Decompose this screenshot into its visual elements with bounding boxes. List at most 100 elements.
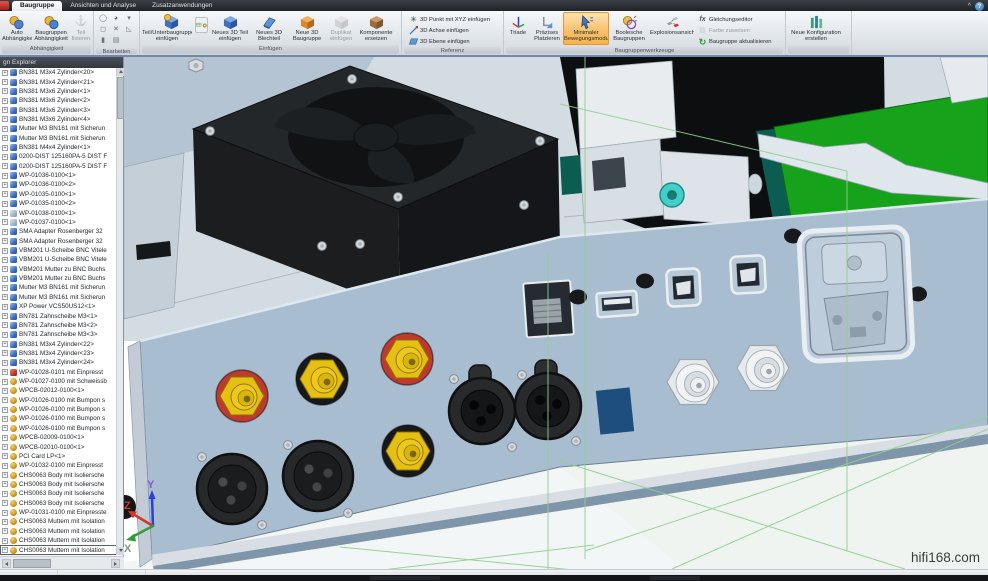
edit-tool-icon[interactable]: ◻ [97, 25, 109, 35]
ribbon-button-minimaler-bewegungsmodus[interactable]: Minimaler Bewegungsmodus [563, 12, 609, 45]
tree-item[interactable]: +Mutter M3 BN161 mit Sicherun [0, 124, 117, 133]
edit-tool-icon[interactable]: ✕ [110, 25, 122, 35]
tree-item[interactable]: +Mutter M3 BN161 mit Sicherun [0, 134, 117, 143]
tree-item[interactable]: +WP-01028-0101 mit Einpresst [0, 368, 117, 377]
expand-icon[interactable]: + [2, 341, 8, 347]
edit-tool-icon[interactable]: ◯ [97, 14, 109, 24]
tree-item[interactable]: +VBM201 Mutter zu BNC Buchs [0, 265, 117, 274]
expand-icon[interactable]: + [2, 322, 8, 328]
expand-icon[interactable]: + [2, 313, 8, 319]
expand-icon[interactable]: + [2, 248, 8, 254]
tree-item[interactable]: +0200-DIST 125160PA-5 DIST F [0, 162, 117, 171]
tree-item[interactable]: +BN781 Zahnscheibe M3<1> [0, 311, 117, 320]
ribbon-button-boolesche-baugruppen[interactable]: Boolesche Baugruppen [609, 12, 649, 45]
expand-icon[interactable]: + [2, 276, 8, 282]
expand-icon[interactable]: + [2, 201, 8, 207]
expand-icon[interactable]: + [2, 444, 8, 450]
ribbon-menu-item-baugruppe-aktualisieren[interactable]: ↻Baugruppe aktualisieren [698, 36, 772, 47]
rca-connector-black[interactable] [382, 425, 434, 477]
collapse-ribbon-icon[interactable]: ^ [968, 3, 971, 11]
expand-icon[interactable]: + [2, 163, 8, 169]
tree-item[interactable]: +WPCB-02012-0100<1> [0, 386, 117, 395]
expand-icon[interactable]: + [2, 472, 8, 478]
tree-item[interactable]: +PCI Card LP<1> [0, 452, 117, 461]
chassis-side-block[interactable] [124, 153, 184, 319]
xlr-male-connector[interactable] [283, 441, 353, 511]
tree-item[interactable]: +WP-01038-0100<1> [0, 208, 117, 217]
edit-tool-icon[interactable] [123, 36, 135, 46]
expand-icon[interactable]: + [2, 79, 8, 85]
tree-item[interactable]: +WP-01027-0100 mit Schweissb [0, 377, 117, 386]
edit-tool-icon[interactable]: ▮ [97, 36, 109, 46]
expand-icon[interactable]: + [2, 350, 8, 356]
tree-item[interactable]: +CHS0063 Body mit Isoliersche [0, 480, 117, 489]
expand-icon[interactable]: + [2, 210, 8, 216]
usb-port[interactable] [596, 291, 638, 318]
edit-tool-icon[interactable]: ▾ [123, 14, 135, 24]
tree-item[interactable]: +WP-01037-0100<1> [0, 218, 117, 227]
tab-baugruppe[interactable]: Baugruppe [12, 1, 62, 11]
expand-icon[interactable]: + [2, 500, 8, 506]
expand-icon[interactable]: + [2, 397, 8, 403]
expand-icon[interactable]: + [2, 388, 8, 394]
ribbon-button-baugruppen-abhängigkeit[interactable]: Baugruppen Abhängigkeit [33, 12, 70, 45]
xlr-male-connector[interactable] [197, 454, 267, 524]
expand-icon[interactable]: + [2, 369, 8, 375]
expand-icon[interactable]: + [2, 182, 8, 188]
tree-item[interactable]: +Mutter M3 BN161 mit Sicherun [0, 283, 117, 292]
tree-item[interactable]: +CHS0063 Muttern mit Isolation [0, 517, 117, 526]
expand-icon[interactable]: + [2, 491, 8, 497]
tree-item[interactable]: +WP-01035-0100<2> [0, 199, 117, 208]
tree-item[interactable]: +WP-01035-0100<1> [0, 190, 117, 199]
ribbon-menu-item-3d-punkt-mit-xyz-einfügen[interactable]: ✳3D Punkt mit XYZ einfügen [409, 14, 490, 25]
ribbon-menu-item-3d-ebene-einfügen[interactable]: 3D Ebene einfügen [409, 36, 490, 47]
expand-icon[interactable]: + [2, 435, 8, 441]
expand-icon[interactable]: + [2, 116, 8, 122]
edit-tool-icon[interactable]: ◕ [110, 14, 122, 24]
expand-icon[interactable]: + [2, 332, 8, 338]
edit-tool-icon[interactable]: ▤ [110, 36, 122, 46]
taskbar-item[interactable] [370, 576, 440, 580]
tree-item[interactable]: +WP-01031-0100 mit Einpresste [0, 508, 117, 517]
expand-icon[interactable]: + [2, 294, 8, 300]
firewire-port[interactable] [730, 255, 766, 294]
3d-scene[interactable]: Y Z X [124, 57, 988, 569]
expand-icon[interactable]: + [2, 407, 8, 413]
ribbon-button-teil-unterbaugruppe-einfügen[interactable]: Teil/Unterbaugruppe einfügen [141, 12, 193, 45]
expand-icon[interactable]: + [2, 266, 8, 272]
expand-icon[interactable]: + [2, 154, 8, 160]
tree-item[interactable]: +BN381 M3x4 Zylinder<23> [0, 349, 117, 358]
tree-item[interactable]: +CHS0063 Body mit Isoliersche [0, 489, 117, 498]
rca-connector-red[interactable] [381, 333, 433, 385]
tree-item[interactable]: +CHS0063 Muttern mit Isolation [0, 536, 117, 545]
expand-icon[interactable]: + [2, 379, 8, 385]
ribbon-button-neues-3d-teil-einfügen[interactable]: Neues 3D Teil einfügen [210, 12, 250, 45]
ribbon-button-triade[interactable]: Triade [505, 12, 531, 45]
tree-item[interactable]: +CHS0063 Body mit Isoliersche [0, 499, 117, 508]
tree-item[interactable]: +BN381 M4x4 Zylinder<1> [0, 143, 117, 152]
expand-icon[interactable]: + [2, 463, 8, 469]
tree-item[interactable]: +BN381 M3x4 Zylinder<20> [0, 68, 117, 77]
ribbon-button-präzises-platzieren[interactable]: Präzises Platzieren [531, 12, 563, 45]
expand-icon[interactable]: + [2, 304, 8, 310]
tree-item[interactable]: +WP-01026-0100 mit Bumpon s [0, 405, 117, 414]
tree-item[interactable]: +WP-01036-0100<1> [0, 171, 117, 180]
tree-item[interactable]: +BN781 Zahnscheibe M3<3> [0, 330, 117, 339]
tree-item[interactable]: +BN381 M3x4 Zylinder<22> [0, 339, 117, 348]
scroll-up-arrow[interactable] [117, 68, 124, 76]
ribbon-button-neue-3d-baugruppe[interactable]: Neue 3D Baugruppe [288, 12, 326, 45]
iec-power-inlet[interactable] [799, 226, 914, 361]
tree-item[interactable]: +VBM201 Mutter zu BNC Buchs [0, 274, 117, 283]
expand-icon[interactable]: + [2, 425, 8, 431]
ribbon-button-auto-abhängigkeit[interactable]: Auto Abhängigkeit [1, 12, 33, 45]
tree-item[interactable]: +BN381 M3x6 Zylinder<3> [0, 105, 117, 114]
expand-icon[interactable]: + [2, 360, 8, 366]
taskbar-item[interactable] [650, 576, 700, 580]
ribbon-button-neues-3d-blechteil[interactable]: Neues 3D Blechteil [250, 12, 288, 45]
insert-options-stack[interactable] [193, 12, 210, 45]
expand-icon[interactable]: + [2, 285, 8, 291]
firewire-port[interactable] [666, 268, 701, 307]
tree-item[interactable]: +BN381 M3x4 Zylinder<24> [0, 358, 117, 367]
tree-item[interactable]: +BN381 M3x4 Zylinder<21> [0, 77, 117, 86]
expand-icon[interactable]: + [2, 416, 8, 422]
